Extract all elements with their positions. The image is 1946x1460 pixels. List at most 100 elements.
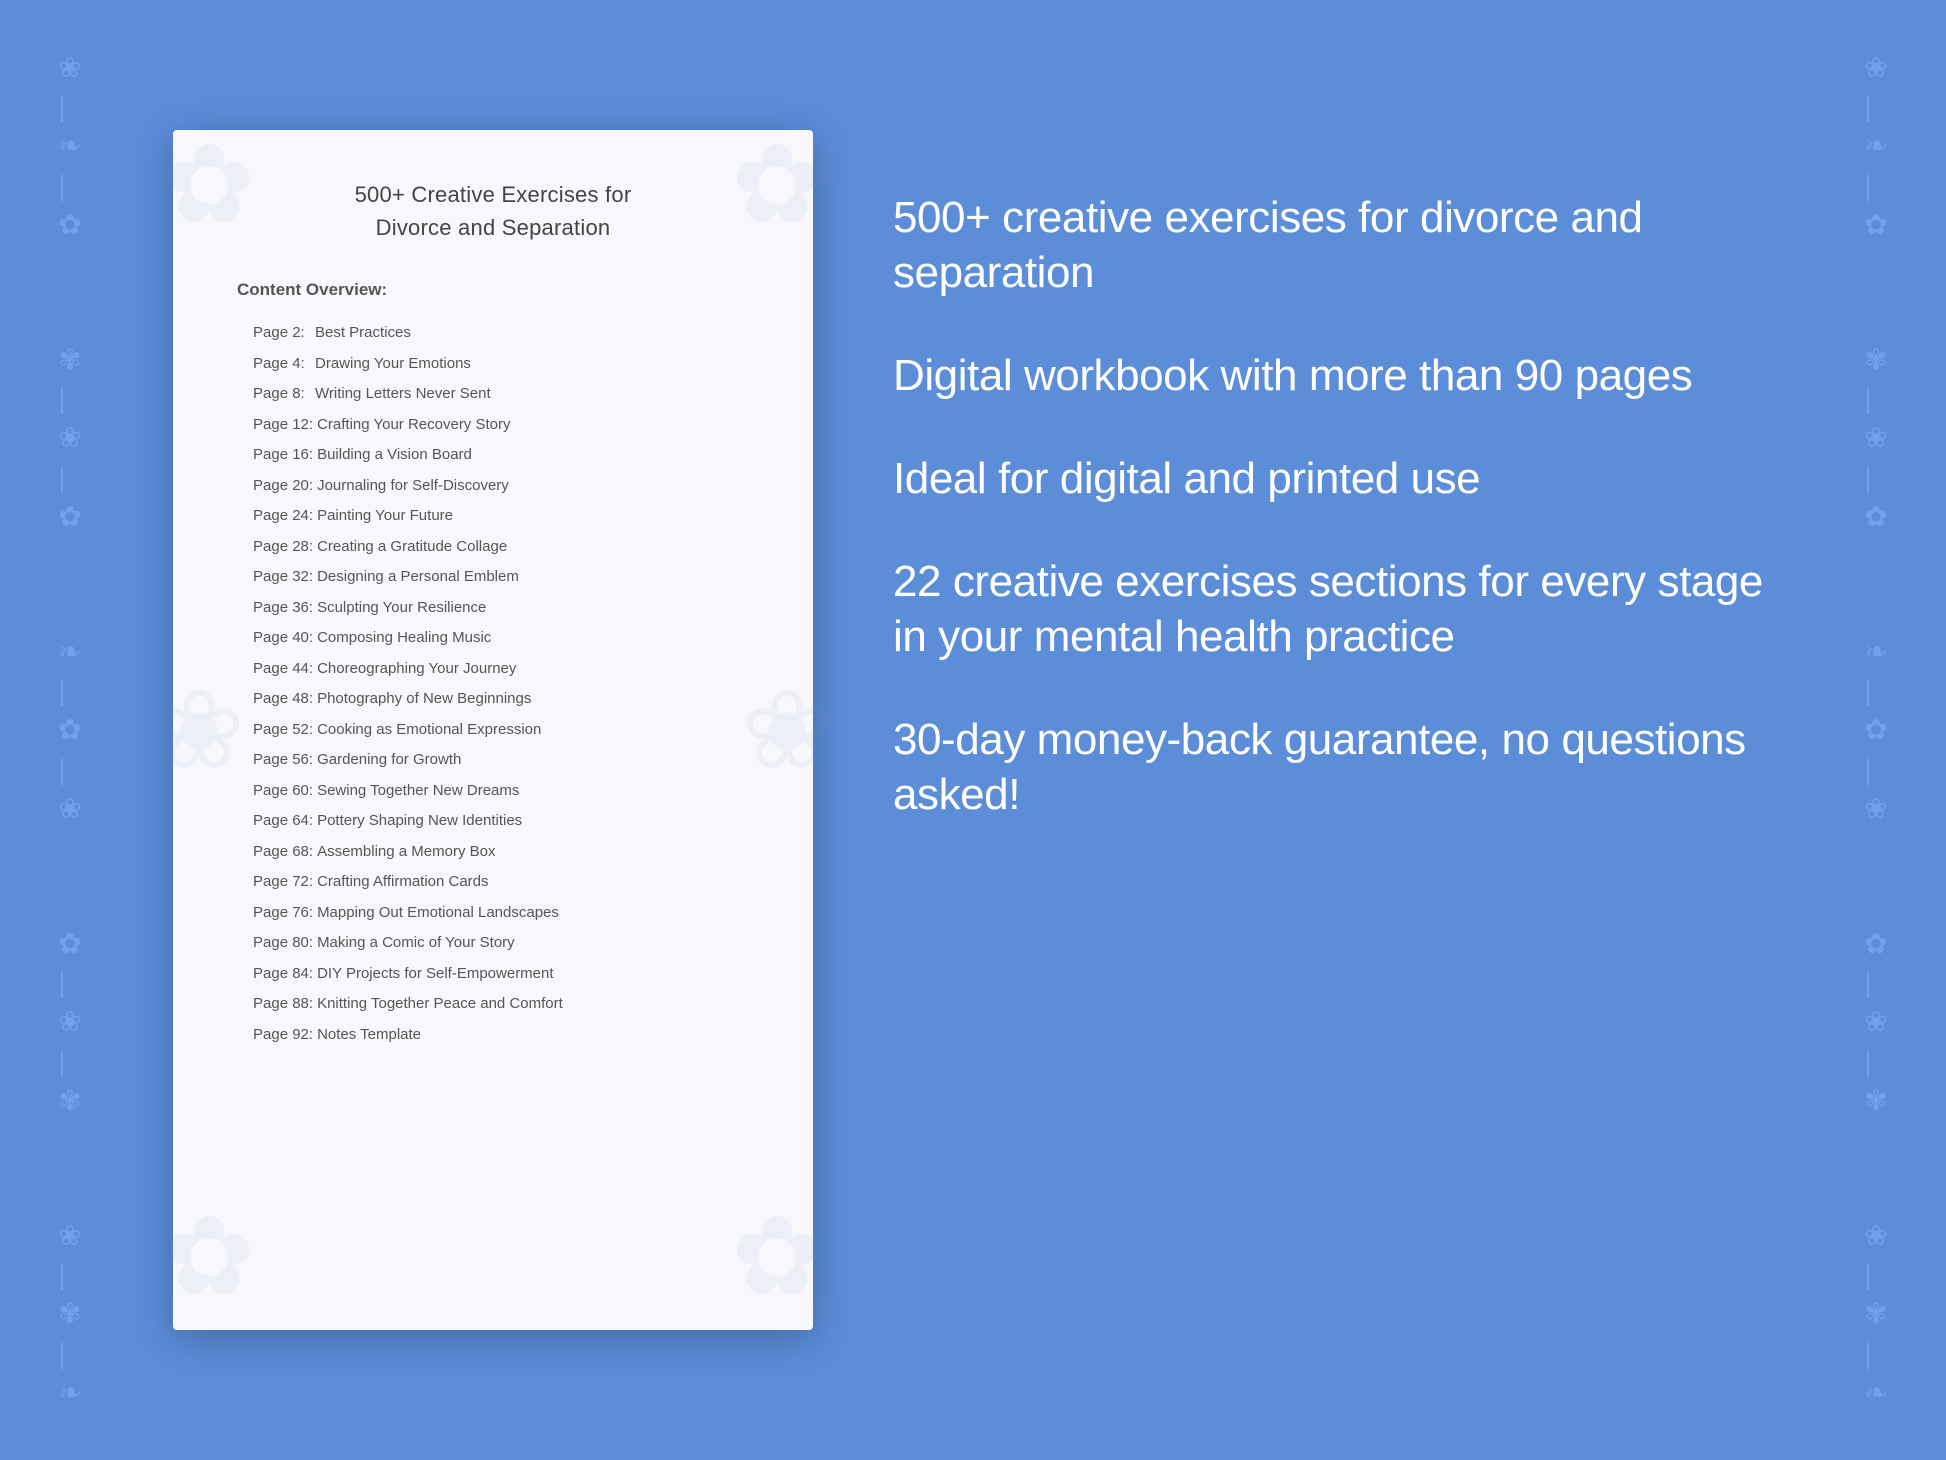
floral-sprig-r3: ❧|✿|❀	[1864, 632, 1887, 828]
toc-item: Page 8:Writing Letters Never Sent	[233, 379, 753, 410]
document: ✿ ✿ ❀ ❀ ✿ ✿ 500+ Creative Exercises for …	[173, 130, 813, 1330]
toc-item: Page 52:Cooking as Emotional Expression	[233, 715, 753, 746]
toc-title-text: Sewing Together New Dreams	[317, 780, 519, 803]
toc-item: Page 88:Knitting Together Peace and Comf…	[233, 989, 753, 1020]
toc-item: Page 72:Crafting Affirmation Cards	[233, 867, 753, 898]
toc-title-text: Crafting Your Recovery Story	[317, 414, 510, 437]
floral-sprig-r4: ✿|❀|✾	[1864, 924, 1887, 1120]
toc-item: Page 64:Pottery Shaping New Identities	[233, 806, 753, 837]
document-title: 500+ Creative Exercises for Divorce and …	[233, 178, 753, 244]
toc-title-text: Gardening for Growth	[317, 749, 461, 772]
main-content: ✿ ✿ ❀ ❀ ✿ ✿ 500+ Creative Exercises for …	[173, 130, 1773, 1330]
toc-title-text: Assembling a Memory Box	[317, 841, 495, 864]
toc-page-num: Page 60:	[253, 780, 313, 803]
toc-item: Page 80:Making a Comic of Your Story	[233, 928, 753, 959]
toc-page-num: Page 52:	[253, 719, 313, 742]
toc-page-num: Page 20:	[253, 475, 313, 498]
toc-page-num: Page 44:	[253, 658, 313, 681]
toc-title-text: Mapping Out Emotional Landscapes	[317, 902, 559, 925]
feature-text-3: Ideal for digital and printed use	[893, 451, 1773, 506]
toc-title-text: Building a Vision Board	[317, 444, 472, 467]
floral-sprig-1: ❀|❧|✿	[58, 48, 81, 244]
toc-page-num: Page 64:	[253, 810, 313, 833]
toc-title-text: Photography of New Beginnings	[317, 688, 531, 711]
toc-page-num: Page 40:	[253, 627, 313, 650]
toc-title-text: Writing Letters Never Sent	[315, 383, 491, 406]
toc-page-num: Page 56:	[253, 749, 313, 772]
toc-item: Page 16:Building a Vision Board	[233, 440, 753, 471]
toc-item: Page 36:Sculpting Your Resilience	[233, 593, 753, 624]
toc-title-text: Drawing Your Emotions	[315, 353, 471, 376]
toc-page-num: Page 92:	[253, 1024, 313, 1047]
toc-page-num: Page 84:	[253, 963, 313, 986]
toc-page-num: Page 24:	[253, 505, 313, 528]
toc-page-num: Page 80:	[253, 932, 313, 955]
toc-item: Page 40:Composing Healing Music	[233, 623, 753, 654]
toc-page-num: Page 8:	[253, 383, 311, 406]
toc-item: Page 24:Painting Your Future	[233, 501, 753, 532]
toc-item: Page 28:Creating a Gratitude Collage	[233, 532, 753, 563]
floral-sprig-3: ❧|✿|❀	[58, 632, 81, 828]
toc-page-num: Page 32:	[253, 566, 313, 589]
toc-page-num: Page 76:	[253, 902, 313, 925]
toc-page-num: Page 28:	[253, 536, 313, 559]
toc-page-num: Page 12:	[253, 414, 313, 437]
watermark-bottom-right: ✿	[731, 1192, 823, 1320]
toc-title-text: Sculpting Your Resilience	[317, 597, 486, 620]
toc-title-text: Knitting Together Peace and Comfort	[317, 993, 563, 1016]
toc-title-text: Best Practices	[315, 322, 411, 345]
toc-item: Page 4:Drawing Your Emotions	[233, 349, 753, 380]
toc-page-num: Page 4:	[253, 353, 311, 376]
toc-title-text: Crafting Affirmation Cards	[317, 871, 488, 894]
feature-text-4: 22 creative exercises sections for every…	[893, 554, 1773, 664]
feature-text-1: 500+ creative exercises for divorce and …	[893, 190, 1773, 300]
toc-page-num: Page 72:	[253, 871, 313, 894]
toc-item: Page 20:Journaling for Self-Discovery	[233, 471, 753, 502]
feature-text-2: Digital workbook with more than 90 pages	[893, 348, 1773, 403]
floral-sprig-4: ✿|❀|✾	[58, 924, 81, 1120]
toc-title-text: DIY Projects for Self-Empowerment	[317, 963, 553, 986]
toc-item: Page 2:Best Practices	[233, 318, 753, 349]
toc-item: Page 48:Photography of New Beginnings	[233, 684, 753, 715]
section-label: Content Overview:	[237, 280, 753, 300]
floral-sprig-5: ❀|✾|❧	[58, 1216, 81, 1412]
feature-text-5: 30-day money-back guarantee, no question…	[893, 712, 1773, 822]
toc-title-text: Choreographing Your Journey	[317, 658, 516, 681]
toc-title-text: Designing a Personal Emblem	[317, 566, 519, 589]
document-wrapper: ✿ ✿ ❀ ❀ ✿ ✿ 500+ Creative Exercises for …	[173, 130, 813, 1330]
right-floral-border: ❀|❧|✿ ✾|❀|✿ ❧|✿|❀ ✿|❀|✾ ❀|✾|❧	[1816, 0, 1936, 1460]
toc-page-num: Page 68:	[253, 841, 313, 864]
right-panel: 500+ creative exercises for divorce and …	[893, 130, 1773, 822]
toc-title-text: Cooking as Emotional Expression	[317, 719, 541, 742]
watermark-mid-right: ❀	[741, 666, 833, 794]
toc-title-text: Journaling for Self-Discovery	[317, 475, 509, 498]
watermark-bottom-left: ✿	[163, 1192, 255, 1320]
watermark-mid-left: ❀	[153, 666, 245, 794]
toc-item: Page 44:Choreographing Your Journey	[233, 654, 753, 685]
toc-item: Page 56:Gardening for Growth	[233, 745, 753, 776]
toc-item: Page 84:DIY Projects for Self-Empowermen…	[233, 959, 753, 990]
floral-sprig-r2: ✾|❀|✿	[1864, 340, 1887, 536]
toc-item: Page 12:Crafting Your Recovery Story	[233, 410, 753, 441]
toc-page-num: Page 88:	[253, 993, 313, 1016]
toc-title-text: Composing Healing Music	[317, 627, 491, 650]
toc-page-num: Page 2:	[253, 322, 311, 345]
toc-title-text: Painting Your Future	[317, 505, 453, 528]
toc-page-num: Page 16:	[253, 444, 313, 467]
toc-item: Page 68:Assembling a Memory Box	[233, 837, 753, 868]
toc-item: Page 92:Notes Template	[233, 1020, 753, 1051]
floral-sprig-2: ✾|❀|✿	[58, 340, 81, 536]
toc-title-text: Creating a Gratitude Collage	[317, 536, 507, 559]
floral-sprig-r5: ❀|✾|❧	[1864, 1216, 1887, 1412]
left-floral-border: ❀|❧|✿ ✾|❀|✿ ❧|✿|❀ ✿|❀|✾ ❀|✾|❧	[10, 0, 130, 1460]
toc-item: Page 76:Mapping Out Emotional Landscapes	[233, 898, 753, 929]
toc-page-num: Page 36:	[253, 597, 313, 620]
toc-title-text: Notes Template	[317, 1024, 421, 1047]
toc-item: Page 60:Sewing Together New Dreams	[233, 776, 753, 807]
toc-list: Page 2:Best PracticesPage 4:Drawing Your…	[233, 318, 753, 1050]
toc-page-num: Page 48:	[253, 688, 313, 711]
toc-title-text: Making a Comic of Your Story	[317, 932, 515, 955]
toc-item: Page 32:Designing a Personal Emblem	[233, 562, 753, 593]
floral-sprig-r1: ❀|❧|✿	[1864, 48, 1887, 244]
toc-title-text: Pottery Shaping New Identities	[317, 810, 522, 833]
